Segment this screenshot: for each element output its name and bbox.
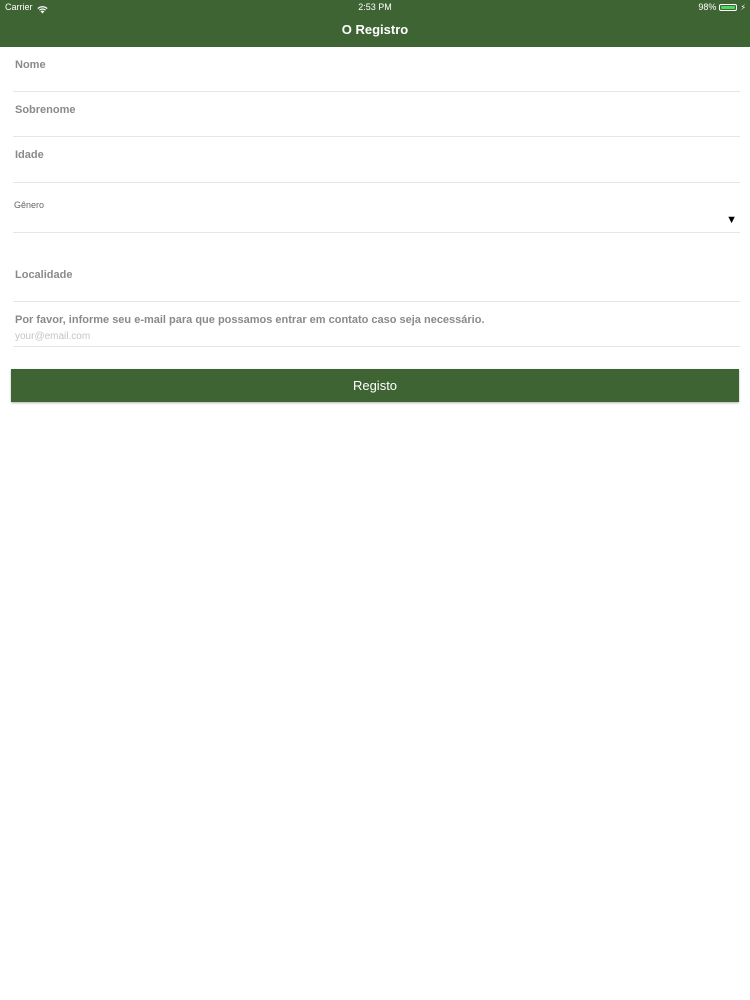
battery-percent: 98%	[698, 2, 717, 12]
nome-field[interactable]: Nome	[13, 47, 740, 92]
genero-select[interactable]: Gênero ▼	[13, 183, 740, 233]
localidade-label: Localidade	[15, 269, 73, 281]
email-prompt: Por favor, informe seu e-mail para que p…	[15, 314, 485, 326]
dropdown-arrow-icon[interactable]: ▼	[726, 214, 737, 226]
sobrenome-field[interactable]: Sobrenome	[13, 92, 740, 137]
battery-icon	[719, 4, 738, 11]
idade-label: Idade	[15, 149, 44, 161]
charging-bolt-icon: ⚡	[740, 3, 746, 12]
genero-label: Gênero	[14, 200, 45, 210]
battery-group: 98% ⚡	[698, 0, 746, 15]
register-button[interactable]: Registo	[11, 369, 739, 402]
email-input[interactable]	[15, 331, 515, 342]
status-bar: Carrier 2:53 PM 98% ⚡	[0, 0, 750, 15]
app-header: Carrier 2:53 PM 98% ⚡ O Registro	[0, 0, 750, 47]
idade-field[interactable]: Idade	[13, 137, 740, 183]
email-field-group: Por favor, informe seu e-mail para que p…	[13, 302, 740, 347]
localidade-field[interactable]: Localidade	[13, 233, 740, 302]
nome-label: Nome	[15, 59, 46, 71]
page-title: O Registro	[341, 22, 409, 37]
status-time: 2:53 PM	[358, 2, 392, 12]
sobrenome-label: Sobrenome	[15, 104, 76, 116]
battery-fill	[721, 6, 736, 9]
registration-form: Nome Sobrenome Idade Gênero ▼ Localidade…	[0, 47, 750, 347]
